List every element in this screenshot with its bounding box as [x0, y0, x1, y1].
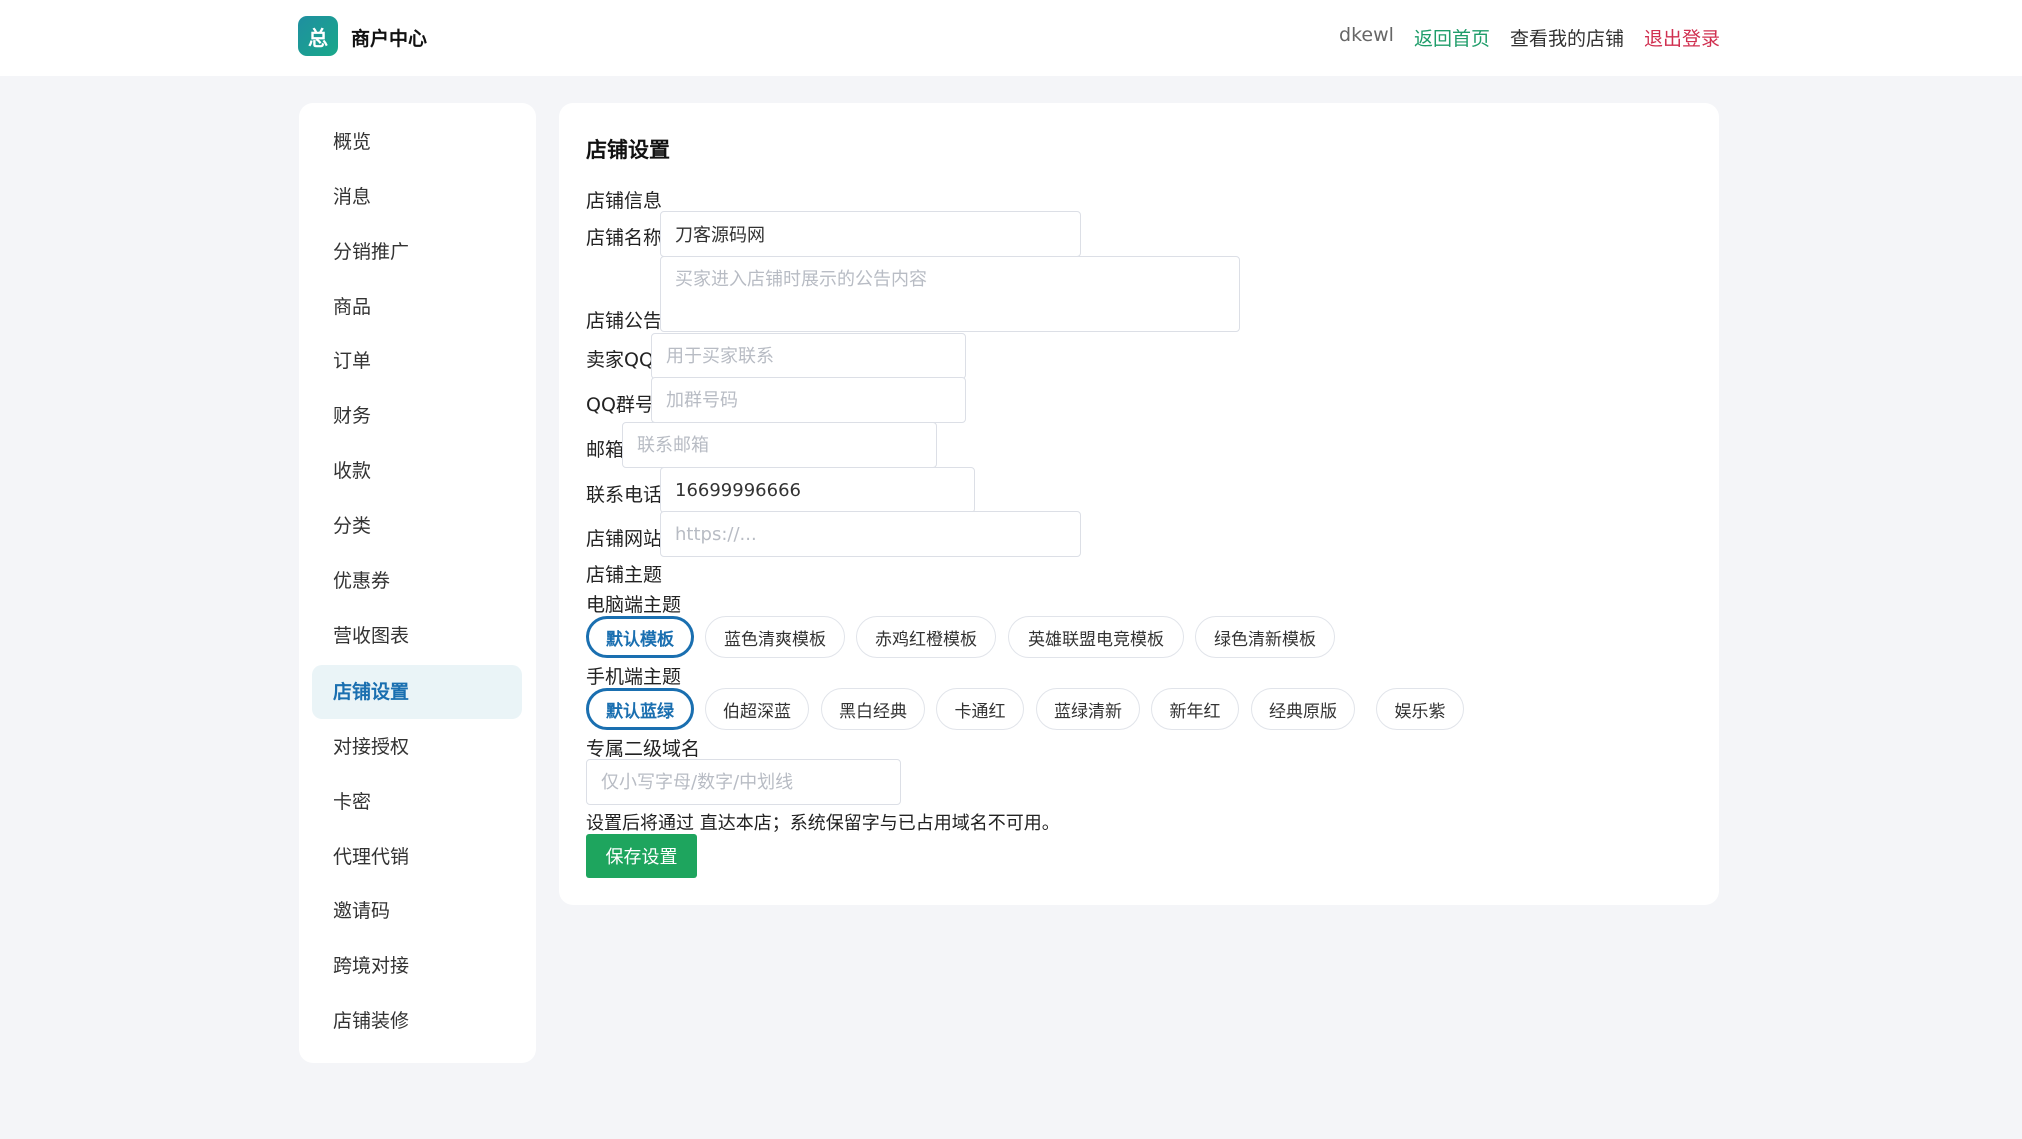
subdomain-input[interactable]: [586, 759, 901, 805]
username: dkewl: [1339, 24, 1394, 46]
brand-title: 商户中心: [351, 28, 428, 50]
pc-theme-option[interactable]: 赤鸡红橙模板: [856, 616, 996, 658]
mobile-theme-option[interactable]: 黑白经典: [821, 688, 925, 730]
sidebar-item-distribution[interactable]: 分销推广: [312, 225, 522, 279]
mobile-theme-option[interactable]: 伯超深蓝: [705, 688, 809, 730]
sidebar-item-revenue-chart[interactable]: 营收图表: [312, 609, 522, 663]
view-shop-link[interactable]: 查看我的店铺: [1510, 24, 1624, 51]
logo-icon: 总: [298, 16, 338, 56]
mobile-theme-option[interactable]: 卡通红: [936, 688, 1024, 730]
sidebar-item-shop-decoration[interactable]: 店铺装修: [312, 994, 522, 1048]
top-nav: dkewl 返回首页 查看我的店铺 退出登录: [1339, 24, 1720, 51]
subdomain-note: 设置后将通过 直达本店；系统保留字与已占用域名不可用。: [586, 813, 1060, 834]
mobile-theme-option[interactable]: 默认蓝绿: [586, 688, 694, 730]
pc-theme-option[interactable]: 绿色清新模板: [1195, 616, 1335, 658]
sidebar-item-category[interactable]: 分类: [312, 499, 522, 553]
shop-settings-card: 店铺设置 店铺信息 店铺名称 店铺公告 卖家QQ QQ群号 邮箱 联系电话 店铺…: [559, 103, 1719, 905]
shop-name-label: 店铺名称: [586, 227, 663, 249]
qq-label: 卖家QQ: [586, 349, 654, 371]
phone-label: 联系电话: [586, 484, 663, 506]
website-input[interactable]: [660, 511, 1081, 557]
sidebar-item-messages[interactable]: 消息: [312, 170, 522, 224]
sidebar-item-card-keys[interactable]: 卡密: [312, 775, 522, 829]
home-link[interactable]: 返回首页: [1414, 24, 1490, 51]
sidebar-item-overview[interactable]: 概览: [312, 115, 522, 169]
page-title: 店铺设置: [586, 138, 670, 162]
mobile-theme-label: 手机端主题: [586, 666, 682, 688]
notice-textarea[interactable]: [660, 256, 1240, 332]
pc-theme-option[interactable]: 英雄联盟电竞模板: [1008, 616, 1184, 658]
mobile-theme-option[interactable]: 娱乐紫: [1376, 688, 1464, 730]
section-shop-theme: 店铺主题: [586, 564, 663, 586]
pc-theme-label: 电脑端主题: [586, 594, 682, 616]
sidebar-item-agent-sales[interactable]: 代理代销: [312, 830, 522, 884]
website-label: 店铺网站: [586, 528, 663, 550]
sidebar-item-finance[interactable]: 财务: [312, 389, 522, 443]
sidebar-item-shop-settings[interactable]: 店铺设置: [312, 665, 522, 719]
sidebar: 概览 消息 分销推广 商品 订单 财务 收款 分类 优惠券 营收图表 店铺设置 …: [299, 103, 536, 1063]
save-button[interactable]: 保存设置: [586, 834, 697, 878]
pc-theme-option[interactable]: 默认模板: [586, 616, 694, 658]
subdomain-label: 专属二级域名: [586, 738, 701, 760]
sidebar-item-invite-code[interactable]: 邀请码: [312, 884, 522, 938]
sidebar-item-cross-border[interactable]: 跨境对接: [312, 939, 522, 993]
sidebar-item-products[interactable]: 商品: [312, 280, 522, 334]
email-label: 邮箱: [586, 439, 625, 461]
qq-input[interactable]: [651, 333, 966, 379]
email-input[interactable]: [622, 422, 937, 468]
mobile-theme-option[interactable]: 蓝绿清新: [1036, 688, 1140, 730]
sidebar-item-orders[interactable]: 订单: [312, 334, 522, 388]
phone-input[interactable]: [660, 467, 975, 513]
section-shop-info: 店铺信息: [586, 190, 663, 212]
logout-link[interactable]: 退出登录: [1644, 24, 1720, 51]
qq-group-input[interactable]: [651, 377, 966, 423]
qq-group-label: QQ群号: [586, 394, 654, 416]
sidebar-item-coupons[interactable]: 优惠券: [312, 554, 522, 608]
pc-theme-option[interactable]: 蓝色清爽模板: [705, 616, 845, 658]
sidebar-item-collection[interactable]: 收款: [312, 444, 522, 498]
shop-name-input[interactable]: [660, 211, 1081, 257]
sidebar-item-api-auth[interactable]: 对接授权: [312, 720, 522, 774]
mobile-theme-option[interactable]: 新年红: [1151, 688, 1239, 730]
mobile-theme-option[interactable]: 经典原版: [1251, 688, 1355, 730]
top-bar: 总 商户中心 dkewl 返回首页 查看我的店铺 退出登录: [0, 0, 2022, 76]
notice-label: 店铺公告: [586, 310, 663, 332]
